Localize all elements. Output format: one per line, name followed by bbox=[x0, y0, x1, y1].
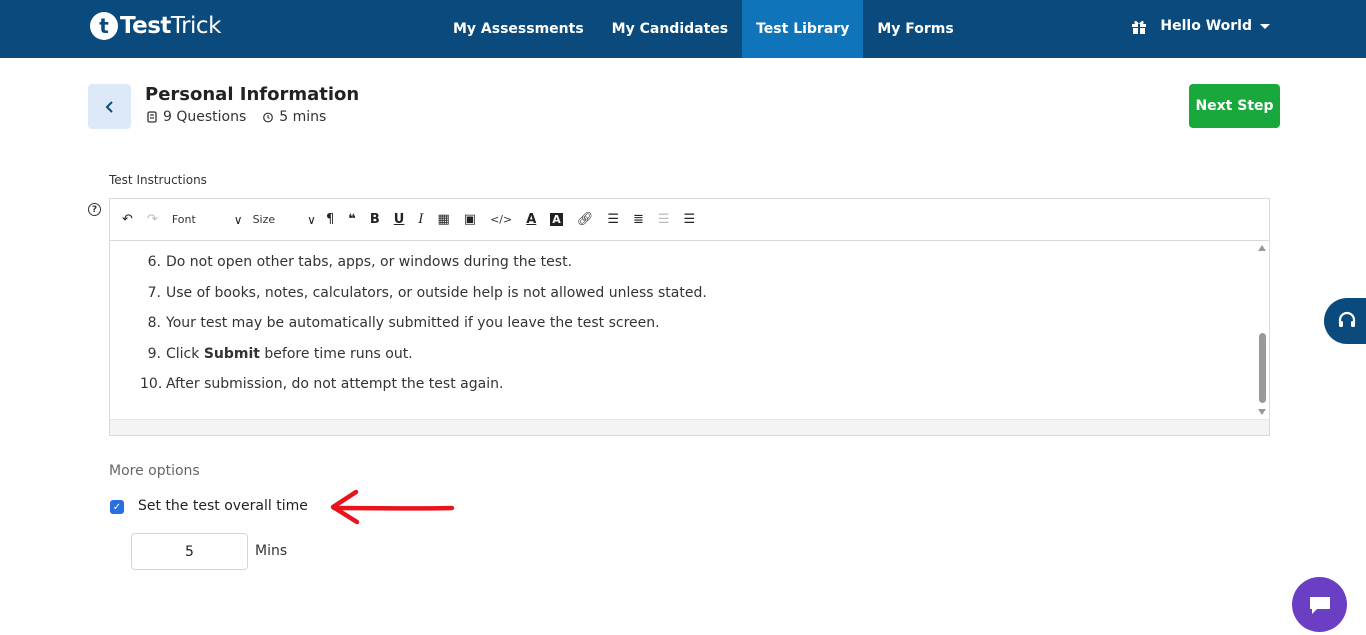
nav-my-forms[interactable]: My Forms bbox=[863, 0, 967, 58]
chevron-down-icon: ∨ bbox=[307, 212, 316, 227]
size-select[interactable]: Size ∨ bbox=[253, 213, 316, 227]
nav-test-library[interactable]: Test Library bbox=[742, 0, 864, 58]
chevron-down-icon: ∨ bbox=[233, 212, 243, 227]
duration: 5 mins bbox=[279, 109, 327, 125]
instruction-list: 6. Do not open other tabs, apps, or windo… bbox=[140, 247, 707, 400]
code-icon[interactable]: </> bbox=[490, 213, 512, 226]
undo-icon[interactable]: ↶ bbox=[122, 212, 133, 227]
highlight-icon[interactable]: A bbox=[550, 213, 563, 226]
more-options-heading: More options bbox=[109, 463, 200, 479]
user-name[interactable]: Hello World bbox=[1160, 18, 1252, 34]
scroll-thumb[interactable] bbox=[1259, 333, 1266, 403]
nav-my-candidates[interactable]: My Candidates bbox=[598, 0, 742, 58]
redo-icon[interactable]: ↷ bbox=[147, 212, 158, 227]
time-unit-label: Mins bbox=[255, 543, 288, 559]
test-meta: 9 Questions 5 mins bbox=[146, 109, 326, 125]
outdent-icon[interactable]: ☰ bbox=[658, 212, 670, 227]
scroll-up-icon[interactable] bbox=[1258, 245, 1266, 251]
back-button[interactable] bbox=[88, 84, 131, 129]
chat-bubble-icon bbox=[1309, 596, 1330, 614]
question-count: 9 Questions bbox=[163, 109, 247, 125]
user-menu[interactable]: Hello World bbox=[1130, 0, 1270, 52]
indent-icon[interactable]: ☰ bbox=[684, 212, 696, 227]
editor-content[interactable]: 6. Do not open other tabs, apps, or windo… bbox=[110, 241, 1269, 419]
logo-text: TestTrick bbox=[120, 13, 221, 39]
editor-scrollbar[interactable] bbox=[1255, 241, 1269, 419]
list-item: 8. Your test may be automatically submitt… bbox=[147, 315, 660, 332]
list-item: 7. Use of books, notes, calculators, or o… bbox=[147, 284, 707, 301]
chat-button[interactable] bbox=[1292, 577, 1347, 632]
nav-my-assessments[interactable]: My Assessments bbox=[439, 0, 598, 58]
paragraph-icon[interactable]: ¶ bbox=[326, 212, 334, 227]
test-instructions-label: Test Instructions bbox=[109, 173, 207, 187]
font-select[interactable]: Font ∨ bbox=[172, 213, 243, 227]
overall-time-checkbox[interactable]: ✓ bbox=[110, 500, 124, 514]
underline-icon[interactable]: U bbox=[394, 212, 405, 227]
logo-icon: t bbox=[90, 12, 118, 40]
chevron-down-icon[interactable] bbox=[1260, 23, 1270, 29]
ordered-list-icon[interactable]: ≣ bbox=[633, 212, 644, 227]
headset-icon bbox=[1338, 311, 1356, 327]
bold-icon[interactable]: B bbox=[370, 212, 380, 227]
quote-icon[interactable]: ❝ bbox=[348, 212, 356, 227]
list-item: 6. Do not open other tabs, apps, or windo… bbox=[147, 254, 573, 271]
support-button[interactable] bbox=[1324, 298, 1366, 344]
editor-toolbar: ↶ ↷ Font ∨ Size ∨ ¶ ❝ B U I ▦ ▣ </> A A 🔗︎… bbox=[110, 199, 1269, 241]
list-item: 9. Click Submit before time runs out. bbox=[147, 345, 413, 362]
font-color-icon[interactable]: A bbox=[526, 212, 536, 227]
gift-icon[interactable] bbox=[1130, 17, 1148, 35]
alarm-clock-icon bbox=[263, 112, 274, 123]
link-icon[interactable]: 🔗︎ bbox=[577, 212, 594, 227]
editor-resize-bar[interactable] bbox=[110, 419, 1269, 435]
testtrick-logo[interactable]: t TestTrick bbox=[90, 11, 221, 41]
main-nav: My Assessments My Candidates Test Librar… bbox=[439, 0, 968, 58]
overall-time-input[interactable] bbox=[131, 533, 248, 570]
image-icon[interactable]: ▣ bbox=[464, 212, 476, 227]
table-icon[interactable]: ▦ bbox=[438, 212, 450, 227]
top-navbar: t TestTrick My Assessments My Candidates… bbox=[0, 0, 1366, 58]
chevron-left-icon bbox=[105, 100, 113, 113]
scroll-down-icon[interactable] bbox=[1258, 409, 1266, 415]
list-item: 10. After submission, do not attempt the … bbox=[140, 376, 504, 393]
italic-icon[interactable]: I bbox=[418, 212, 423, 227]
next-step-button[interactable]: Next Step bbox=[1189, 84, 1280, 128]
questions-icon bbox=[147, 111, 157, 123]
overall-time-label[interactable]: Set the test overall time bbox=[138, 498, 308, 514]
help-icon[interactable]: ? bbox=[88, 203, 101, 216]
rich-text-editor: ↶ ↷ Font ∨ Size ∨ ¶ ❝ B U I ▦ ▣ </> A A 🔗︎… bbox=[109, 198, 1270, 436]
page-title: Personal Information bbox=[145, 84, 360, 105]
align-left-icon[interactable]: ☰ bbox=[607, 212, 619, 227]
annotation-arrow-icon bbox=[330, 489, 455, 525]
